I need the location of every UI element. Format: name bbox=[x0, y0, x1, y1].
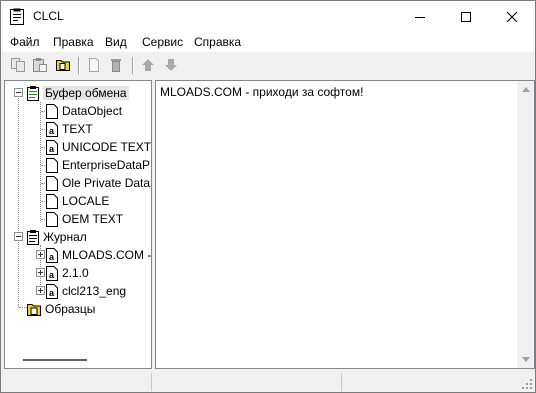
resize-grip-icon[interactable] bbox=[521, 378, 533, 390]
minimize-icon bbox=[415, 16, 425, 18]
toolbar-separator bbox=[78, 57, 80, 74]
templates-button[interactable] bbox=[54, 56, 72, 74]
maximize-icon bbox=[461, 11, 471, 22]
text-document-icon: a bbox=[46, 139, 58, 155]
tree-node-format[interactable]: LOCALE bbox=[46, 192, 109, 210]
tree-node-format[interactable]: a TEXT bbox=[46, 120, 93, 138]
document-icon bbox=[46, 211, 58, 227]
menu-view[interactable]: Вид bbox=[105, 35, 127, 49]
tree-node-label: Журнал bbox=[43, 230, 87, 244]
tree-view[interactable]: Буфер обмена DataObject a TEXT a UNICODE… bbox=[4, 80, 152, 369]
document-icon bbox=[46, 175, 58, 191]
chevron-up-icon bbox=[521, 87, 530, 92]
expand-toggle-clipboard[interactable] bbox=[14, 88, 23, 97]
maximize-button[interactable] bbox=[443, 1, 489, 32]
tree-node-label: LOCALE bbox=[62, 194, 110, 208]
menu-edit[interactable]: Правка bbox=[53, 35, 94, 49]
tree-node-history-item[interactable]: a 2.1.0 bbox=[46, 264, 89, 282]
menu-bar: Файл Правка Вид Сервис Справка bbox=[1, 32, 535, 52]
tree-node-label: Буфер обмена bbox=[43, 86, 129, 100]
tree-node-label: clcl213_eng bbox=[62, 284, 127, 298]
menu-file[interactable]: Файл bbox=[10, 35, 40, 49]
tree-node-label: UNICODE TEXT bbox=[62, 140, 152, 154]
document-icon bbox=[46, 193, 58, 209]
move-down-icon bbox=[165, 59, 177, 71]
status-divider bbox=[151, 373, 152, 391]
tree-node-templates[interactable]: Образцы bbox=[27, 300, 95, 318]
document-icon bbox=[46, 157, 58, 173]
copy-icon bbox=[11, 58, 25, 72]
tree-node-label: EnterpriseDataP bbox=[62, 158, 151, 172]
app-window: CLCL Файл Правка Вид Сервис Справка Буфе… bbox=[0, 0, 536, 393]
chevron-down-icon bbox=[521, 357, 530, 362]
paste-button[interactable] bbox=[31, 56, 49, 74]
clipboard-text[interactable]: MLOADS.COM - приходи за софтом! bbox=[160, 85, 363, 99]
scroll-up-button[interactable] bbox=[517, 81, 534, 98]
tree-node-clipboard[interactable]: Буфер обмена bbox=[27, 84, 129, 102]
scroll-down-button[interactable] bbox=[517, 351, 534, 368]
status-divider bbox=[341, 373, 342, 391]
tree-node-format[interactable]: OEM TEXT bbox=[46, 210, 123, 228]
status-bar bbox=[1, 371, 535, 392]
clipboard-icon bbox=[10, 8, 24, 25]
text-document-icon: a bbox=[46, 265, 58, 281]
clipboard-icon bbox=[27, 85, 39, 101]
tree-node-label: DataObject bbox=[62, 104, 123, 118]
document-icon bbox=[46, 103, 58, 119]
new-item-icon bbox=[89, 58, 99, 72]
copy-button[interactable] bbox=[9, 56, 27, 74]
tree-node-history-item[interactable]: a clcl213_eng bbox=[46, 282, 126, 300]
tree-node-label: OEM TEXT bbox=[62, 212, 124, 226]
tree-scrollbar-thumb[interactable] bbox=[23, 359, 87, 361]
tree-node-label: Ole Private Data bbox=[62, 176, 151, 190]
vertical-scrollbar[interactable] bbox=[517, 81, 534, 368]
expand-toggle-history[interactable] bbox=[14, 232, 23, 241]
close-button[interactable] bbox=[489, 1, 535, 32]
tree-node-label: TEXT bbox=[62, 122, 93, 136]
delete-icon bbox=[111, 59, 121, 72]
close-icon bbox=[507, 11, 517, 22]
delete-button[interactable] bbox=[107, 56, 125, 74]
content-viewer[interactable]: MLOADS.COM - приходи за софтом! bbox=[155, 80, 535, 369]
tree-line bbox=[40, 102, 41, 221]
window-title: CLCL bbox=[33, 9, 64, 23]
move-down-button[interactable] bbox=[162, 56, 180, 74]
expand-toggle-history-item[interactable] bbox=[36, 286, 45, 295]
menu-tools[interactable]: Сервис bbox=[142, 35, 183, 49]
text-document-icon: a bbox=[46, 121, 58, 137]
toolbar-separator bbox=[132, 57, 134, 74]
tree-line bbox=[18, 93, 19, 307]
tree-node-format[interactable]: EnterpriseDataP bbox=[46, 156, 150, 174]
minimize-button[interactable] bbox=[397, 1, 443, 32]
menu-help[interactable]: Справка bbox=[194, 35, 241, 49]
tree-node-label: 2.1.0 bbox=[62, 266, 89, 280]
tree-node-label: Образцы bbox=[45, 302, 96, 316]
tree-node-format[interactable]: a UNICODE TEXT bbox=[46, 138, 151, 156]
tree-node-format[interactable]: DataObject bbox=[46, 102, 122, 120]
new-item-button[interactable] bbox=[85, 56, 103, 74]
title-bar[interactable]: CLCL bbox=[1, 1, 535, 32]
toolbar bbox=[1, 53, 535, 78]
folder-icon bbox=[56, 60, 70, 71]
expand-toggle-history-item[interactable] bbox=[36, 250, 45, 259]
move-up-icon bbox=[142, 59, 154, 71]
paste-icon bbox=[33, 58, 47, 72]
tree-node-label: MLOADS.COM - bbox=[62, 248, 152, 262]
tree-node-format[interactable]: Ole Private Data bbox=[46, 174, 150, 192]
tree-node-history-item[interactable]: a MLOADS.COM - bbox=[46, 246, 151, 264]
move-up-button[interactable] bbox=[139, 56, 157, 74]
clipboard-icon bbox=[27, 229, 39, 245]
expand-toggle-history-item[interactable] bbox=[36, 268, 45, 277]
text-document-icon: a bbox=[46, 247, 58, 263]
tree-node-history[interactable]: Журнал bbox=[27, 228, 87, 246]
text-document-icon: a bbox=[46, 283, 58, 299]
folder-icon bbox=[27, 303, 41, 316]
